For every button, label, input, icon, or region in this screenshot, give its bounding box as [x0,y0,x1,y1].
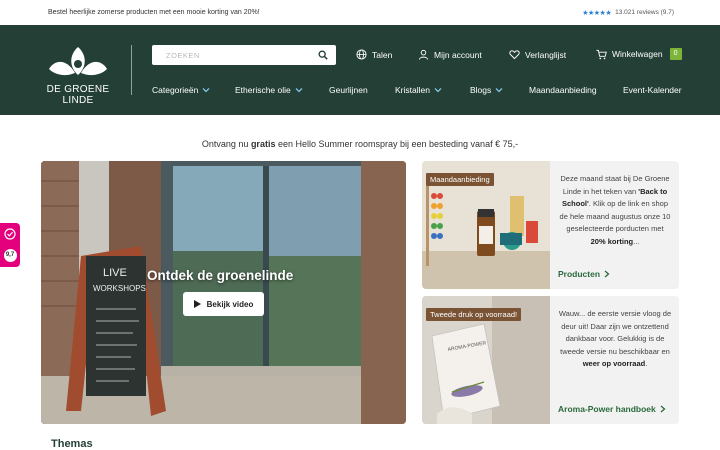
top-promo-text: Bestel heerlijke zomerse producten met e… [48,9,260,16]
account-label: Mijn account [434,49,482,60]
nav-item-categorieen[interactable]: Categorieën [152,85,210,95]
kiyoh-check-icon [4,228,16,240]
cart-count-badge: 0 [669,48,682,60]
shopping-cart-icon [596,49,607,59]
search-placeholder: ZOEKEN [166,50,200,60]
cart-label: Winkelwagen [612,49,663,59]
watch-video-button[interactable]: Bekijk video [183,292,264,316]
card-description: Deze maand staat bij De Groene Linde in … [558,173,672,248]
promo-card-handbook[interactable]: AROMA-POWER Tweede druk op voorraad! Wau… [422,296,679,424]
chevron-down-icon [202,88,210,93]
watch-video-label: Bekijk video [206,299,254,309]
card-text-bold: weer op voorraad [582,359,646,368]
globe-icon [356,49,367,60]
review-rating[interactable]: ★★★★★ 13.021 reviews (9.7) [582,9,674,17]
card-badge: Tweede druk op voorraad! [426,308,522,321]
card-text-part: ... [633,236,640,246]
card-link-label: Producten [558,269,601,279]
aroma-power-link[interactable]: Aroma-Power handboek [558,404,666,414]
nav-label: Blogs [470,85,492,95]
card-link-label: Aroma-Power handboek [558,404,656,414]
site-header: DE GROENE LINDE ZOEKEN Talen Mijn accoun… [0,25,720,115]
promo-bold: gratis [250,139,276,149]
chevron-right-icon [604,270,610,278]
chevron-down-icon [495,88,503,93]
logo-text: DE GROENE LINDE [46,84,110,106]
promo-card-monthly[interactable]: Maandaanbieding Deze maand staat bij De … [422,161,679,289]
promo-text-end: een Hello Summer roomspray bij een beste… [275,139,519,149]
header-divider [131,45,132,95]
hero-title: Ontdek de groenelinde [147,268,294,283]
card-text-part: Wauw... de eerste versie vloog de deur u… [558,309,672,356]
play-icon [193,300,201,308]
linden-leaf-logo-icon [49,47,107,76]
nav-label: Geurlijnen [329,85,368,95]
chevron-down-icon [434,88,442,93]
nav-label: Maandaanbieding [529,85,597,95]
wishlist-button[interactable]: Verlanglijst [509,49,566,60]
promo-banner: Ontvang nu gratis een Hello Summer rooms… [0,139,720,149]
card-text-part: . [645,359,648,368]
nav-item-etherische-olie[interactable]: Etherische olie [235,85,303,95]
review-count: 13.021 reviews (9.7) [615,9,674,16]
sign-workshops-text: WORKSHOPS [93,284,146,293]
chevron-right-icon [660,405,666,413]
card-description: Wauw... de eerste versie vloog de deur u… [558,308,672,371]
heart-icon [509,50,520,60]
nav-item-blogs[interactable]: Blogs [470,85,503,95]
search-input[interactable]: ZOEKEN [152,45,336,65]
nav-item-geurlijnen[interactable]: Geurlijnen [329,85,368,95]
review-score: 9,7 [3,249,17,263]
wishlist-label: Verlanglijst [525,49,567,60]
promo-text: Ontvang nu [201,139,251,149]
nav-label: Event-Kalender [623,85,682,95]
star-rating-icon: ★★★★★ [582,9,612,17]
section-title-themas: Themas [51,438,93,450]
nav-item-maandaanbieding[interactable]: Maandaanbieding [529,85,597,95]
cart-button[interactable]: Winkelwagen 0 [596,48,682,60]
nav-label: Kristallen [395,85,430,95]
review-widget[interactable]: 9,7 [0,223,20,267]
languages-button[interactable]: Talen [356,49,392,60]
logo[interactable]: DE GROENE LINDE [40,45,116,106]
nav-item-kristallen[interactable]: Kristallen [395,85,442,95]
languages-label: Talen [372,49,393,60]
top-bar: Bestel heerlijke zomerse producten met e… [0,0,720,25]
nav-item-event-kalender[interactable]: Event-Kalender [623,85,682,95]
search-icon[interactable] [318,50,328,60]
card-text-bold: 20% korting [590,236,634,246]
card-image: AROMA-POWER Tweede druk op voorraad! [422,296,550,424]
user-icon [418,49,429,60]
card-image: Maandaanbieding [422,161,550,289]
nav-label: Etherische olie [235,85,291,95]
chevron-down-icon [295,88,303,93]
products-link[interactable]: Producten [558,269,610,279]
nav-label: Categorieën [152,85,199,95]
card-badge: Maandaanbieding [426,173,494,186]
account-button[interactable]: Mijn account [418,49,482,60]
